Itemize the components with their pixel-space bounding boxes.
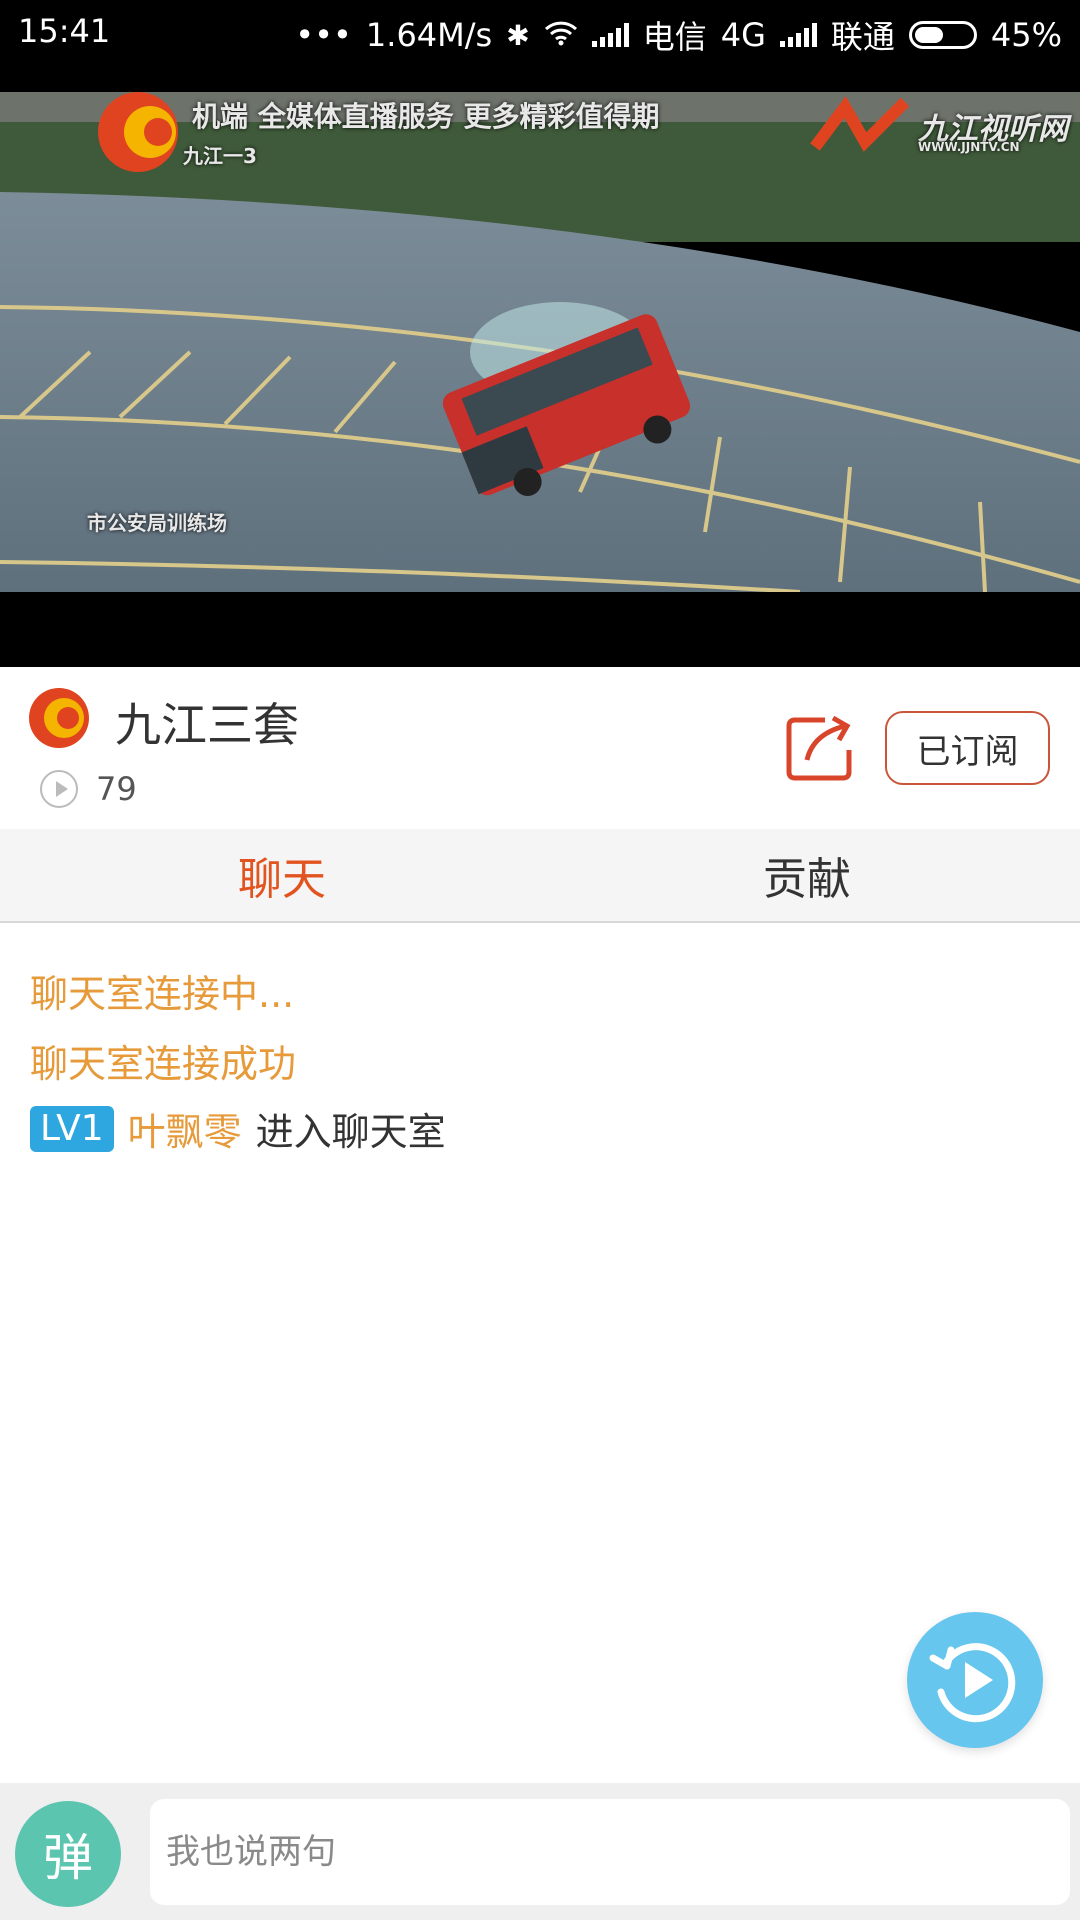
carrier-2: 联通 (830, 18, 895, 56)
chat-system-message: 聊天室连接中... (30, 972, 295, 1016)
video-watermark-url: WWW.JJNTV.CN (918, 140, 1020, 154)
view-count: 79 (40, 770, 137, 808)
danmu-button[interactable]: 弹 (15, 1801, 121, 1907)
signal-icon-1 (591, 23, 629, 47)
carrier-1: 电信 (642, 18, 707, 56)
battery-fill (914, 27, 943, 43)
play-count-icon (40, 770, 78, 808)
tab-contribution[interactable]: 贡献 (555, 829, 1080, 921)
replay-button[interactable] (907, 1612, 1043, 1748)
channel-logo-icon (29, 688, 89, 748)
chat-system-message: 聊天室连接成功 (30, 1042, 297, 1086)
network-speed: 1.64M/s (365, 16, 493, 54)
status-bar: 15:41 ••• 1.64M/s ✱ 电信 4G 联通 45% (0, 0, 1080, 62)
wifi-icon (544, 16, 578, 54)
channel-header: 九江三套 79 已订阅 (0, 667, 1080, 829)
replay-icon (929, 1643, 1016, 1723)
view-count-value: 79 (96, 770, 137, 808)
network-type: 4G (720, 16, 766, 54)
channel-name: 九江三套 (115, 698, 299, 752)
battery-icon (908, 21, 977, 49)
level-badge: LV1 (30, 1105, 114, 1152)
battery-percent: 45% (990, 16, 1062, 54)
chat-username[interactable]: 叶飘零 (128, 1101, 242, 1156)
share-button[interactable] (785, 714, 857, 782)
chat-entry-text: 进入聊天室 (255, 1110, 446, 1154)
signal-icon-2 (779, 23, 817, 47)
chat-input[interactable] (150, 1799, 1070, 1905)
bluetooth-icon: ✱ (506, 18, 530, 52)
tab-bar: 聊天 贡献 (0, 829, 1080, 923)
video-player[interactable]: 机端 全媒体直播服务 更多精彩值得期 九江一3 九江视听网 WWW.JJNTV.… (0, 62, 1080, 667)
video-caption: 市公安局训练场 (87, 511, 227, 535)
status-indicators: ••• 1.64M/s ✱ 电信 4G 联通 45% (295, 12, 1062, 58)
input-bar: 弹 (0, 1783, 1080, 1920)
tab-chat[interactable]: 聊天 (0, 829, 555, 921)
video-ticker: 机端 全媒体直播服务 更多精彩值得期 (192, 100, 660, 133)
chat-user-entry: LV1 叶飘零 进入聊天室 (30, 1101, 446, 1156)
status-time: 15:41 (18, 12, 111, 50)
subscribe-button[interactable]: 已订阅 (885, 711, 1050, 785)
more-dots: ••• (295, 16, 352, 54)
video-channel-tag: 九江一3 (183, 144, 257, 168)
